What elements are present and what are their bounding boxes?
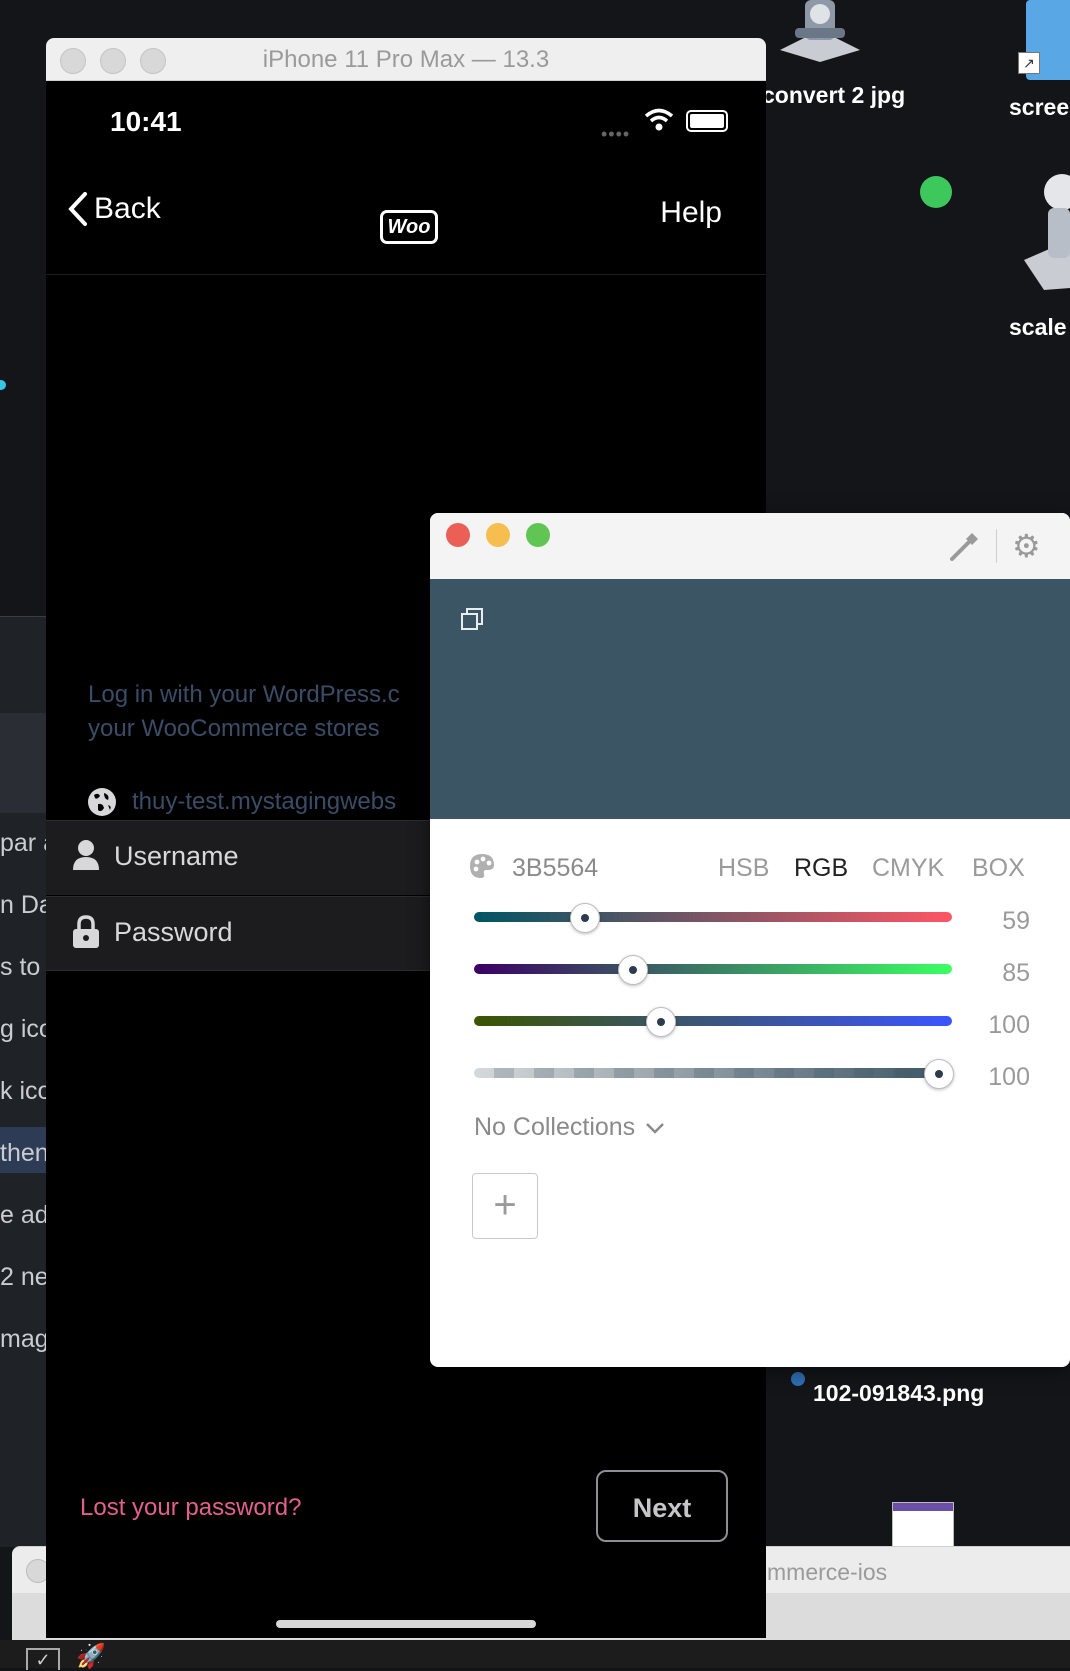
woo-logo-icon: Woo [380, 210, 438, 244]
picker-titlebar: ⚙ [430, 513, 1070, 579]
list-item[interactable]: k ico [0, 1077, 46, 1106]
red-slider-knob[interactable] [569, 903, 600, 933]
mode-tab-rgb[interactable]: RGB [794, 854, 848, 883]
globe-icon [88, 788, 116, 816]
alias-arrow-icon: ↗ [1018, 52, 1040, 74]
blue-slider[interactable] [474, 1016, 952, 1026]
palette-icon[interactable] [468, 852, 496, 885]
desktop-icon-label-scale[interactable]: scale [1009, 314, 1067, 341]
desktop-file-label[interactable]: 102-091843.png [813, 1380, 984, 1407]
blue-slider-knob[interactable] [646, 1007, 677, 1037]
list-item[interactable]: g ico [0, 1015, 46, 1044]
password-label: Password [114, 917, 233, 947]
automator-app-icon[interactable] [775, 0, 865, 62]
site-url: thuy-test.mystagingwebs [132, 788, 397, 815]
list-item[interactable]: 2 ne [0, 1263, 46, 1292]
red-value[interactable]: 59 [950, 907, 1030, 936]
list-item-selected[interactable]: then [0, 1139, 46, 1168]
lost-password-link[interactable]: Lost your password? [80, 1494, 301, 1522]
mode-tab-hsb[interactable]: HSB [718, 854, 769, 883]
menu-strip: ✓ 🚀 [0, 1640, 1070, 1671]
green-value[interactable]: 85 [950, 959, 1030, 988]
person-icon [73, 840, 99, 870]
list-item[interactable]: mag [0, 1325, 46, 1354]
copy-icon[interactable] [460, 607, 484, 636]
checkbox-icon[interactable]: ✓ [26, 1648, 60, 1670]
status-dot [920, 176, 952, 208]
red-slider[interactable] [474, 912, 952, 922]
home-indicator [276, 1620, 536, 1628]
eyedropper-icon[interactable] [948, 531, 980, 568]
chevron-left-icon [68, 192, 87, 226]
next-button[interactable]: Next [596, 1470, 728, 1542]
list-item[interactable]: s to [0, 953, 46, 982]
window-zoom-button[interactable] [526, 523, 550, 547]
window-minimize-button[interactable] [486, 523, 510, 547]
blue-value[interactable]: 100 [950, 1011, 1030, 1040]
background-window-panel: par a n Da s to g ico k ico then e ad 2 … [0, 616, 46, 1547]
mode-row: 3B5564 HSB RGB CMYK BOX [430, 840, 1070, 890]
rocket-icon[interactable]: 🚀 [76, 1642, 106, 1671]
color-swatch [430, 579, 1070, 819]
color-picker-window: ⚙ 3B5564 HSB RGB CMYK BOX 59 85 100 100 … [430, 513, 1070, 1367]
desktop-icon-label-screenshot[interactable]: scree [1009, 94, 1069, 121]
window-tab-title[interactable]: mmerce-ios [767, 1559, 887, 1586]
lock-icon [73, 915, 99, 948]
simulator-titlebar: iPhone 11 Pro Max — 13.3 [46, 38, 766, 81]
collections-label: No Collections [474, 1113, 636, 1141]
automator-robot-icon[interactable] [1024, 170, 1070, 290]
status-time: 10:41 [110, 106, 182, 137]
file-dot [791, 1372, 805, 1386]
window-title: iPhone 11 Pro Max — 13.3 [262, 46, 550, 73]
desktop-icon-label-convert[interactable]: convert 2 jpg [762, 82, 905, 109]
wifi-icon [644, 108, 674, 137]
alpha-slider[interactable] [474, 1068, 952, 1078]
edge-dot [0, 380, 6, 390]
username-label: Username [114, 841, 239, 871]
add-color-button[interactable]: + [472, 1173, 538, 1239]
alpha-value[interactable]: 100 [950, 1063, 1030, 1092]
site-address-row: thuy-test.mystagingwebs [86, 786, 396, 818]
plus-icon: + [493, 1183, 517, 1227]
file-thumbnail[interactable] [892, 1502, 954, 1550]
back-label: Back [94, 192, 161, 225]
window-close-button[interactable] [446, 523, 470, 547]
list-item[interactable]: e ad [0, 1201, 46, 1230]
mode-tab-box[interactable]: BOX [972, 854, 1025, 883]
collections-dropdown[interactable]: No Collections [474, 1113, 665, 1142]
green-slider-knob[interactable] [617, 955, 648, 985]
hex-value[interactable]: 3B5564 [512, 854, 598, 883]
gear-icon[interactable]: ⚙ [1012, 529, 1041, 563]
toolbar-divider [996, 529, 997, 563]
mode-tab-cmyk[interactable]: CMYK [872, 854, 944, 883]
list-item[interactable]: n Da [0, 891, 46, 920]
back-button[interactable]: Back [68, 192, 161, 226]
green-slider[interactable] [474, 964, 952, 974]
navigation-bar: Back Woo Help [46, 158, 766, 275]
battery-icon [686, 110, 728, 132]
chevron-down-icon [646, 1122, 665, 1134]
help-button[interactable]: Help [660, 196, 722, 230]
signal-icon: •••• [601, 124, 631, 144]
list-item[interactable]: par a [0, 829, 46, 858]
